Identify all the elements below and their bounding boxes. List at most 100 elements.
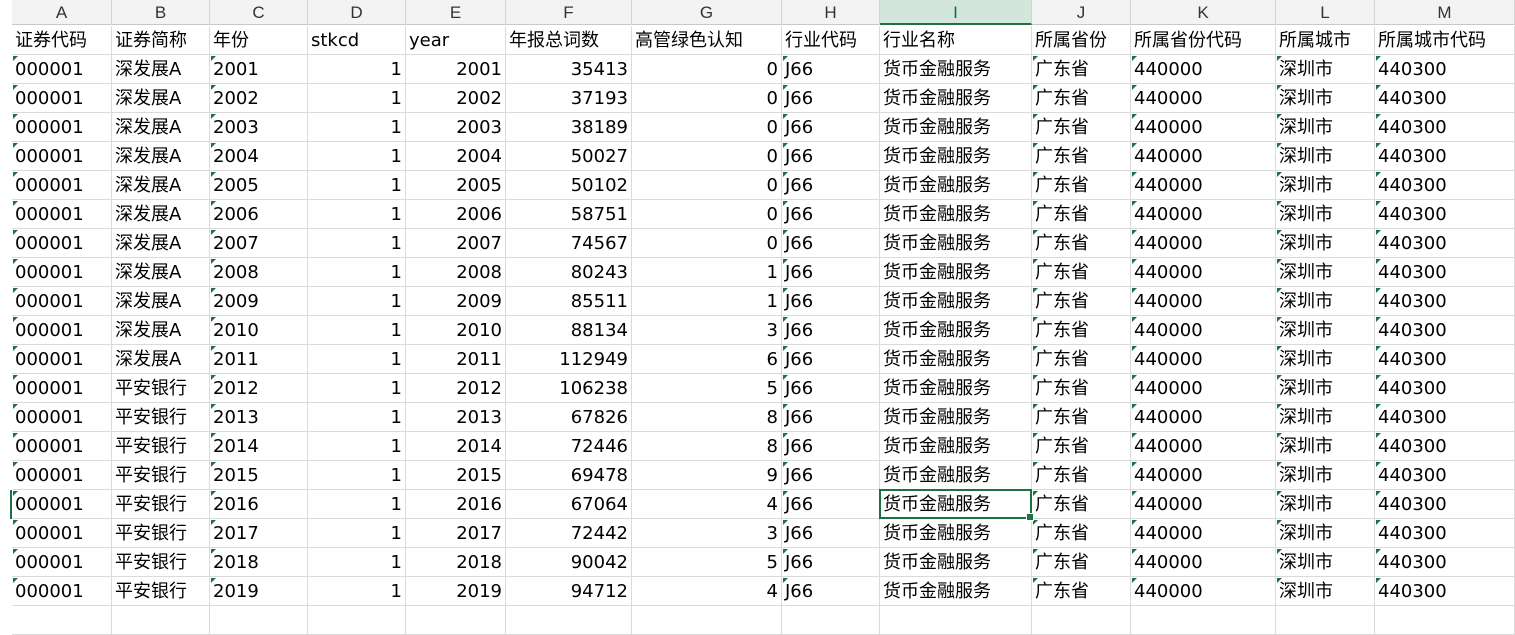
table-cell[interactable]: 72446 <box>506 432 632 461</box>
table-cell[interactable]: 000001 <box>12 84 112 113</box>
table-cell[interactable]: 8 <box>632 432 782 461</box>
column-header-e[interactable]: E <box>406 0 506 25</box>
table-cell[interactable]: J66 <box>782 461 880 490</box>
header-cell[interactable]: 年报总词数 <box>506 26 632 55</box>
table-cell[interactable]: 广东省 <box>1032 432 1131 461</box>
header-cell[interactable]: 行业代码 <box>782 26 880 55</box>
table-cell[interactable]: 0 <box>632 55 782 84</box>
table-cell[interactable] <box>12 606 112 635</box>
table-cell[interactable]: 440300 <box>1375 461 1515 490</box>
table-cell[interactable]: 000001 <box>12 577 112 606</box>
column-header-i[interactable]: I <box>880 0 1032 25</box>
table-cell[interactable]: 440000 <box>1131 84 1276 113</box>
table-cell[interactable]: 广东省 <box>1032 577 1131 606</box>
table-cell[interactable]: 2012 <box>406 374 506 403</box>
table-cell[interactable]: 货币金融服务 <box>880 113 1032 142</box>
table-cell[interactable]: 2010 <box>406 316 506 345</box>
table-cell[interactable]: 平安银行 <box>112 577 210 606</box>
table-cell[interactable]: 440000 <box>1131 345 1276 374</box>
table-cell[interactable] <box>632 606 782 635</box>
table-cell[interactable]: 5 <box>632 548 782 577</box>
table-cell[interactable]: 深发展A <box>112 345 210 374</box>
table-cell[interactable]: 1 <box>308 287 406 316</box>
table-cell[interactable]: 6 <box>632 345 782 374</box>
table-cell[interactable]: 广东省 <box>1032 84 1131 113</box>
table-cell[interactable]: 2017 <box>406 519 506 548</box>
table-cell[interactable]: 广东省 <box>1032 229 1131 258</box>
column-header-l[interactable]: L <box>1276 0 1375 25</box>
table-cell[interactable]: 440300 <box>1375 519 1515 548</box>
table-cell[interactable]: 深圳市 <box>1276 84 1375 113</box>
table-cell[interactable]: 深圳市 <box>1276 345 1375 374</box>
table-cell[interactable]: 2009 <box>406 287 506 316</box>
table-cell[interactable]: 货币金融服务 <box>880 229 1032 258</box>
table-cell[interactable]: 2014 <box>210 432 308 461</box>
table-cell[interactable]: 广东省 <box>1032 55 1131 84</box>
table-cell[interactable]: 000001 <box>12 171 112 200</box>
table-cell[interactable]: J66 <box>782 490 880 519</box>
table-cell[interactable]: J66 <box>782 287 880 316</box>
table-cell[interactable]: 广东省 <box>1032 548 1131 577</box>
header-cell[interactable]: 行业名称 <box>880 26 1032 55</box>
table-cell[interactable]: J66 <box>782 200 880 229</box>
table-cell[interactable]: J66 <box>782 229 880 258</box>
table-cell[interactable]: 深发展A <box>112 200 210 229</box>
header-cell[interactable]: 年份 <box>210 26 308 55</box>
table-cell[interactable] <box>112 606 210 635</box>
table-cell[interactable]: 货币金融服务 <box>880 316 1032 345</box>
table-cell[interactable]: 2005 <box>406 171 506 200</box>
header-cell[interactable]: 所属城市 <box>1276 26 1375 55</box>
table-cell[interactable]: 440300 <box>1375 316 1515 345</box>
table-cell[interactable]: 货币金融服务 <box>880 403 1032 432</box>
table-cell[interactable]: 69478 <box>506 461 632 490</box>
table-cell[interactable]: J66 <box>782 577 880 606</box>
table-cell[interactable]: 2018 <box>210 548 308 577</box>
table-cell[interactable]: 货币金融服务 <box>880 55 1032 84</box>
column-header-d[interactable]: D <box>308 0 406 25</box>
table-cell[interactable]: 000001 <box>12 432 112 461</box>
table-cell[interactable]: J66 <box>782 432 880 461</box>
table-cell[interactable] <box>1375 606 1515 635</box>
table-cell[interactable]: 深圳市 <box>1276 200 1375 229</box>
table-cell[interactable]: 440000 <box>1131 200 1276 229</box>
table-cell[interactable]: 2002 <box>210 84 308 113</box>
table-cell[interactable]: 94712 <box>506 577 632 606</box>
table-cell[interactable]: 深发展A <box>112 258 210 287</box>
table-cell[interactable]: 2007 <box>406 229 506 258</box>
column-header-f[interactable]: F <box>506 0 632 25</box>
table-cell[interactable]: 90042 <box>506 548 632 577</box>
column-header-k[interactable]: K <box>1131 0 1276 25</box>
table-cell[interactable]: 000001 <box>12 287 112 316</box>
table-cell[interactable]: 5 <box>632 374 782 403</box>
table-cell[interactable]: 50027 <box>506 142 632 171</box>
table-cell[interactable]: 货币金融服务 <box>880 287 1032 316</box>
table-cell[interactable]: 440300 <box>1375 55 1515 84</box>
table-cell[interactable]: 2008 <box>210 258 308 287</box>
table-cell[interactable]: 440000 <box>1131 287 1276 316</box>
table-cell[interactable]: 440000 <box>1131 403 1276 432</box>
table-cell[interactable]: 1 <box>308 84 406 113</box>
table-cell[interactable]: 深发展A <box>112 84 210 113</box>
table-cell[interactable]: 货币金融服务 <box>880 490 1032 519</box>
header-cell[interactable]: 所属省份代码 <box>1131 26 1276 55</box>
table-cell[interactable]: 0 <box>632 229 782 258</box>
table-cell[interactable]: 2003 <box>406 113 506 142</box>
table-cell[interactable] <box>308 606 406 635</box>
table-cell[interactable]: 2001 <box>210 55 308 84</box>
table-cell[interactable]: 2014 <box>406 432 506 461</box>
table-cell[interactable]: 72442 <box>506 519 632 548</box>
table-cell[interactable]: 35413 <box>506 55 632 84</box>
table-cell[interactable]: 67826 <box>506 403 632 432</box>
table-cell[interactable]: 2011 <box>406 345 506 374</box>
table-cell[interactable]: 平安银行 <box>112 374 210 403</box>
table-cell[interactable]: 深发展A <box>112 55 210 84</box>
table-cell[interactable]: 2019 <box>406 577 506 606</box>
table-cell[interactable] <box>1131 606 1276 635</box>
table-cell[interactable]: 440000 <box>1131 316 1276 345</box>
table-cell[interactable]: 广东省 <box>1032 171 1131 200</box>
table-cell[interactable]: 1 <box>308 113 406 142</box>
table-cell[interactable]: 440300 <box>1375 171 1515 200</box>
table-cell[interactable]: 000001 <box>12 461 112 490</box>
table-cell[interactable]: 38189 <box>506 113 632 142</box>
table-cell[interactable]: 58751 <box>506 200 632 229</box>
